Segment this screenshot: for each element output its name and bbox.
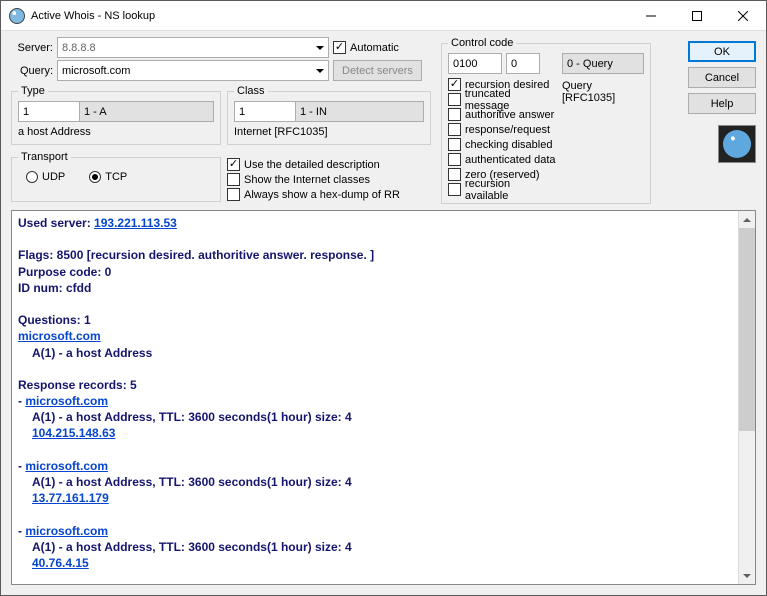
record-ip-link[interactable]: 104.215.148.63: [32, 426, 115, 440]
cancel-button[interactable]: Cancel: [688, 67, 756, 88]
authoritive-answer-checkbox[interactable]: authoritive answer: [448, 107, 556, 122]
globe-icon: [718, 125, 756, 163]
maximize-button[interactable]: [674, 1, 720, 31]
output-panel: Used server: 193.221.113.53 Flags: 8500 …: [11, 210, 756, 585]
transport-fieldset: Transport UDP TCP: [11, 151, 221, 202]
checking-disabled-checkbox[interactable]: checking disabled: [448, 137, 556, 152]
scroll-track[interactable]: [739, 228, 755, 567]
class-description: Internet [RFC1035]: [234, 126, 424, 138]
authenticated-data-checkbox[interactable]: authenticated data: [448, 152, 556, 167]
server-input[interactable]: 8.8.8.8: [57, 37, 329, 58]
checkbox-icon: [227, 158, 240, 171]
show-classes-checkbox[interactable]: Show the Internet classes: [227, 172, 431, 187]
control-code-legend: Control code: [448, 37, 516, 49]
chevron-down-icon: [316, 67, 324, 75]
class-select[interactable]: 1 - IN: [296, 101, 424, 122]
record-host-link[interactable]: microsoft.com: [25, 459, 108, 473]
scroll-down-button[interactable]: [739, 567, 755, 584]
recursion-available-checkbox[interactable]: recursion available: [448, 182, 556, 197]
scrollbar[interactable]: [738, 211, 755, 584]
record-ip-link[interactable]: 13.77.161.179: [32, 491, 109, 505]
type-legend: Type: [18, 85, 48, 97]
class-fieldset: Class 1 1 - IN Internet [RFC1035]: [227, 85, 431, 145]
type-fieldset: Type 1 1 - A a host Address: [11, 85, 221, 145]
transport-legend: Transport: [18, 151, 71, 163]
ok-button[interactable]: OK: [688, 41, 756, 62]
control-code-input-2[interactable]: 0: [506, 53, 540, 74]
type-select[interactable]: 1 - A: [80, 101, 214, 122]
checkbox-icon: [448, 123, 461, 136]
hex-dump-checkbox[interactable]: Always show a hex-dump of RR: [227, 187, 431, 202]
output-text: Used server: 193.221.113.53 Flags: 8500 …: [12, 211, 738, 584]
response-request-checkbox[interactable]: response/request: [448, 122, 556, 137]
type-num-input[interactable]: 1: [18, 101, 80, 122]
checkbox-icon: [448, 93, 461, 106]
checkbox-icon: [448, 183, 461, 196]
detailed-checkbox[interactable]: Use the detailed description: [227, 157, 431, 172]
titlebar: Active Whois - NS lookup: [1, 1, 766, 31]
query-label: Query:: [11, 65, 53, 77]
checkbox-icon: [448, 108, 461, 121]
scroll-up-button[interactable]: [739, 211, 755, 228]
app-icon: [9, 8, 25, 24]
controls-panel: Server: 8.8.8.8 Automatic Query: microso…: [1, 31, 766, 208]
control-code-select[interactable]: 0 - Query: [562, 53, 644, 74]
udp-radio[interactable]: UDP: [26, 171, 65, 183]
chevron-down-icon: [316, 44, 324, 52]
radio-icon: [26, 171, 38, 183]
window: Active Whois - NS lookup Server: 8.8.8.8…: [0, 0, 767, 596]
query-rfc-label: Query [RFC1035]: [562, 80, 644, 104]
record-host-link[interactable]: microsoft.com: [25, 394, 108, 408]
server-label: Server:: [11, 42, 53, 54]
control-code-input-1[interactable]: 0100: [448, 53, 502, 74]
used-server-link[interactable]: 193.221.113.53: [94, 216, 177, 230]
class-legend: Class: [234, 85, 268, 97]
radio-icon: [89, 171, 101, 183]
tcp-radio[interactable]: TCP: [89, 171, 127, 183]
automatic-checkbox[interactable]: Automatic: [333, 40, 399, 56]
type-description: a host Address: [18, 126, 214, 138]
checkbox-icon: [333, 41, 346, 54]
record-host-link[interactable]: microsoft.com: [25, 524, 108, 538]
record-ip-link[interactable]: 40.76.4.15: [32, 556, 89, 570]
checkbox-icon: [448, 153, 461, 166]
checkbox-icon: [448, 78, 461, 91]
checkbox-icon: [227, 173, 240, 186]
checkbox-icon: [227, 188, 240, 201]
window-title: Active Whois - NS lookup: [31, 10, 155, 22]
help-button[interactable]: Help: [688, 93, 756, 114]
query-input[interactable]: microsoft.com: [57, 60, 329, 81]
detect-servers-button[interactable]: Detect servers: [333, 60, 422, 81]
question-host-link[interactable]: microsoft.com: [18, 329, 101, 343]
minimize-button[interactable]: [628, 1, 674, 31]
class-num-input[interactable]: 1: [234, 101, 296, 122]
control-code-fieldset: Control code 0100 0 recursion desired tr…: [441, 37, 651, 204]
scroll-thumb[interactable]: [739, 228, 755, 431]
truncated-message-checkbox[interactable]: truncated message: [448, 92, 556, 107]
checkbox-icon: [448, 168, 461, 181]
close-button[interactable]: [720, 1, 766, 31]
checkbox-icon: [448, 138, 461, 151]
